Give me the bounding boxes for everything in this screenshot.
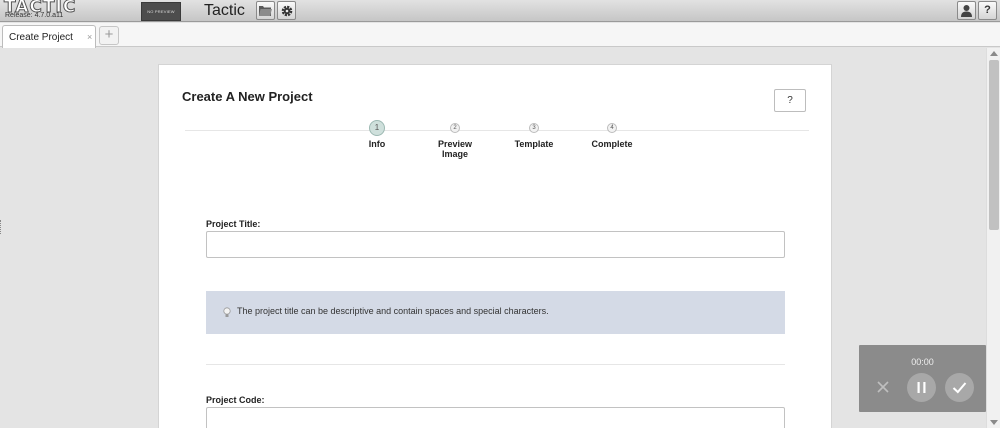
- pause-icon: [917, 382, 926, 393]
- app-title: Tactic: [204, 2, 245, 19]
- gear-icon: [281, 5, 292, 17]
- wizard-step-template[interactable]: 3 Template: [494, 123, 574, 149]
- section-divider: [206, 364, 785, 365]
- project-code-input[interactable]: [206, 407, 785, 428]
- project-title-label: Project Title:: [206, 219, 261, 229]
- scroll-thumb[interactable]: [989, 60, 999, 230]
- step-number: 3: [529, 123, 539, 133]
- screen-recorder-widget: 00:00: [859, 345, 986, 412]
- step-label: Info: [368, 139, 386, 149]
- scroll-down-arrow-icon[interactable]: [990, 420, 998, 425]
- lightbulb-icon: [223, 307, 231, 317]
- step-number: 1: [369, 120, 385, 136]
- open-project-button[interactable]: [256, 1, 275, 20]
- project-title-input[interactable]: [206, 231, 785, 258]
- settings-button[interactable]: [277, 1, 296, 20]
- finish-recording-button[interactable]: [945, 373, 974, 402]
- project-title-hint: The project title can be descriptive and…: [206, 291, 785, 334]
- wizard-help-button[interactable]: ?: [774, 89, 806, 112]
- help-button[interactable]: ?: [978, 1, 997, 20]
- scroll-up-arrow-icon[interactable]: [990, 51, 998, 56]
- wizard-title: Create A New Project: [182, 89, 313, 104]
- wizard-step-info[interactable]: 1 Info: [337, 120, 417, 149]
- step-label: Complete: [591, 139, 633, 149]
- tactic-logo: TACTIC Release: 4.7.0.a11: [3, 0, 134, 22]
- pause-recording-button[interactable]: [907, 373, 936, 402]
- user-button[interactable]: [957, 1, 976, 20]
- step-number: 2: [450, 123, 460, 133]
- project-code-label: Project Code:: [206, 395, 265, 405]
- close-icon: [877, 381, 889, 393]
- tab-label: Create Project: [9, 32, 73, 43]
- add-tab-button[interactable]: +: [99, 26, 119, 45]
- wizard-step-complete[interactable]: 4 Complete: [572, 123, 652, 149]
- create-project-wizard: Create A New Project ? 1 Info 2 Preview …: [158, 64, 832, 428]
- resize-handle[interactable]: [0, 220, 3, 234]
- recording-timer: 00:00: [911, 357, 934, 367]
- hint-text: The project title can be descriptive and…: [237, 306, 549, 316]
- check-icon: [952, 382, 967, 394]
- help-icon: ?: [984, 4, 991, 16]
- top-bar: TACTIC Release: 4.7.0.a11 NO PREVIEW Tac…: [0, 0, 1000, 22]
- step-number: 4: [607, 123, 617, 133]
- tab-create-project[interactable]: Create Project ×: [2, 25, 96, 48]
- step-label: Template: [514, 139, 554, 149]
- user-icon: [961, 5, 972, 17]
- main-content: Create A New Project ? 1 Info 2 Preview …: [0, 48, 986, 428]
- wizard-step-preview-image[interactable]: 2 Preview Image: [415, 123, 495, 159]
- cancel-recording-button[interactable]: [871, 375, 895, 399]
- tab-close-icon[interactable]: ×: [87, 32, 92, 42]
- vertical-scrollbar[interactable]: [986, 48, 1000, 428]
- step-label: Preview Image: [437, 139, 473, 159]
- tab-bar: Create Project × +: [0, 23, 1000, 48]
- release-version: Release: 4.7.0.a11: [5, 12, 64, 19]
- no-preview-thumbnail: NO PREVIEW: [141, 2, 181, 21]
- folder-icon: [259, 6, 272, 16]
